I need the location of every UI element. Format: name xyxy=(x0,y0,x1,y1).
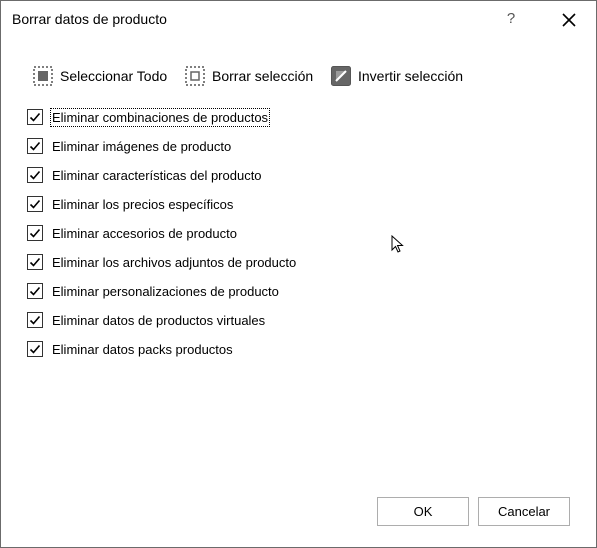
clear-selection-icon xyxy=(185,66,205,86)
option-delete-customizations[interactable]: Eliminar personalizaciones de producto xyxy=(27,280,280,302)
option-label: Eliminar datos packs productos xyxy=(52,341,233,357)
checkbox[interactable] xyxy=(27,196,43,212)
checkmark-icon xyxy=(29,112,41,122)
option-label: Eliminar datos de productos virtuales xyxy=(52,312,266,328)
checkbox[interactable] xyxy=(27,138,43,154)
option-label: Eliminar accesorios de producto xyxy=(52,225,237,241)
checkmark-icon xyxy=(29,257,41,267)
checkbox[interactable] xyxy=(27,312,43,328)
invert-selection-button[interactable]: Invertir selección xyxy=(330,64,463,88)
option-label: Eliminar características del producto xyxy=(52,167,262,183)
checkmark-icon xyxy=(29,141,41,151)
option-label: Eliminar los archivos adjuntos de produc… xyxy=(52,254,297,270)
invert-selection-label: Invertir selección xyxy=(358,68,464,84)
ok-button[interactable]: OK xyxy=(377,497,469,526)
checkmark-icon xyxy=(29,315,41,325)
help-button[interactable]: ? xyxy=(499,6,523,32)
clear-selection-button[interactable]: Borrar selección xyxy=(184,64,313,88)
checkmark-icon xyxy=(29,228,41,238)
option-label: Eliminar combinaciones de productos xyxy=(49,107,271,127)
option-label: Eliminar los precios específicos xyxy=(52,196,234,212)
checkmark-icon xyxy=(29,286,41,296)
checkbox[interactable] xyxy=(27,283,43,299)
checkmark-icon xyxy=(29,170,41,180)
select-all-label: Seleccionar Todo xyxy=(60,68,168,84)
close-icon xyxy=(562,13,576,27)
checkmark-icon xyxy=(29,344,41,354)
window-title: Borrar datos de producto xyxy=(12,11,167,27)
option-label: Eliminar imágenes de producto xyxy=(52,138,232,154)
option-delete-combinations[interactable]: Eliminar combinaciones de productos xyxy=(27,106,271,128)
option-label: Eliminar personalizaciones de producto xyxy=(52,283,279,299)
mouse-pointer-icon xyxy=(391,235,404,253)
dialog-window: Borrar datos de producto ? Seleccionar T… xyxy=(0,0,597,548)
option-delete-specific-prices[interactable]: Eliminar los precios específicos xyxy=(27,193,234,215)
title-bar: Borrar datos de producto ? xyxy=(1,1,596,39)
select-all-button[interactable]: Seleccionar Todo xyxy=(32,64,167,88)
checkbox[interactable] xyxy=(27,341,43,357)
select-all-icon xyxy=(33,66,53,86)
option-delete-packs[interactable]: Eliminar datos packs productos xyxy=(27,338,234,360)
option-delete-virtual-products[interactable]: Eliminar datos de productos virtuales xyxy=(27,309,266,331)
checkbox[interactable] xyxy=(27,167,43,183)
cancel-button[interactable]: Cancelar xyxy=(478,497,570,526)
option-delete-features[interactable]: Eliminar características del producto xyxy=(27,164,263,186)
checkmark-icon xyxy=(29,199,41,209)
close-button[interactable] xyxy=(554,6,584,34)
invert-selection-icon xyxy=(331,66,351,86)
option-delete-images[interactable]: Eliminar imágenes de producto xyxy=(27,135,232,157)
option-delete-attachments[interactable]: Eliminar los archivos adjuntos de produc… xyxy=(27,251,297,273)
checkbox[interactable] xyxy=(27,225,43,241)
checkbox[interactable] xyxy=(27,109,43,125)
clear-selection-label: Borrar selección xyxy=(212,68,314,84)
option-delete-accessories[interactable]: Eliminar accesorios de producto xyxy=(27,222,238,244)
checkbox[interactable] xyxy=(27,254,43,270)
